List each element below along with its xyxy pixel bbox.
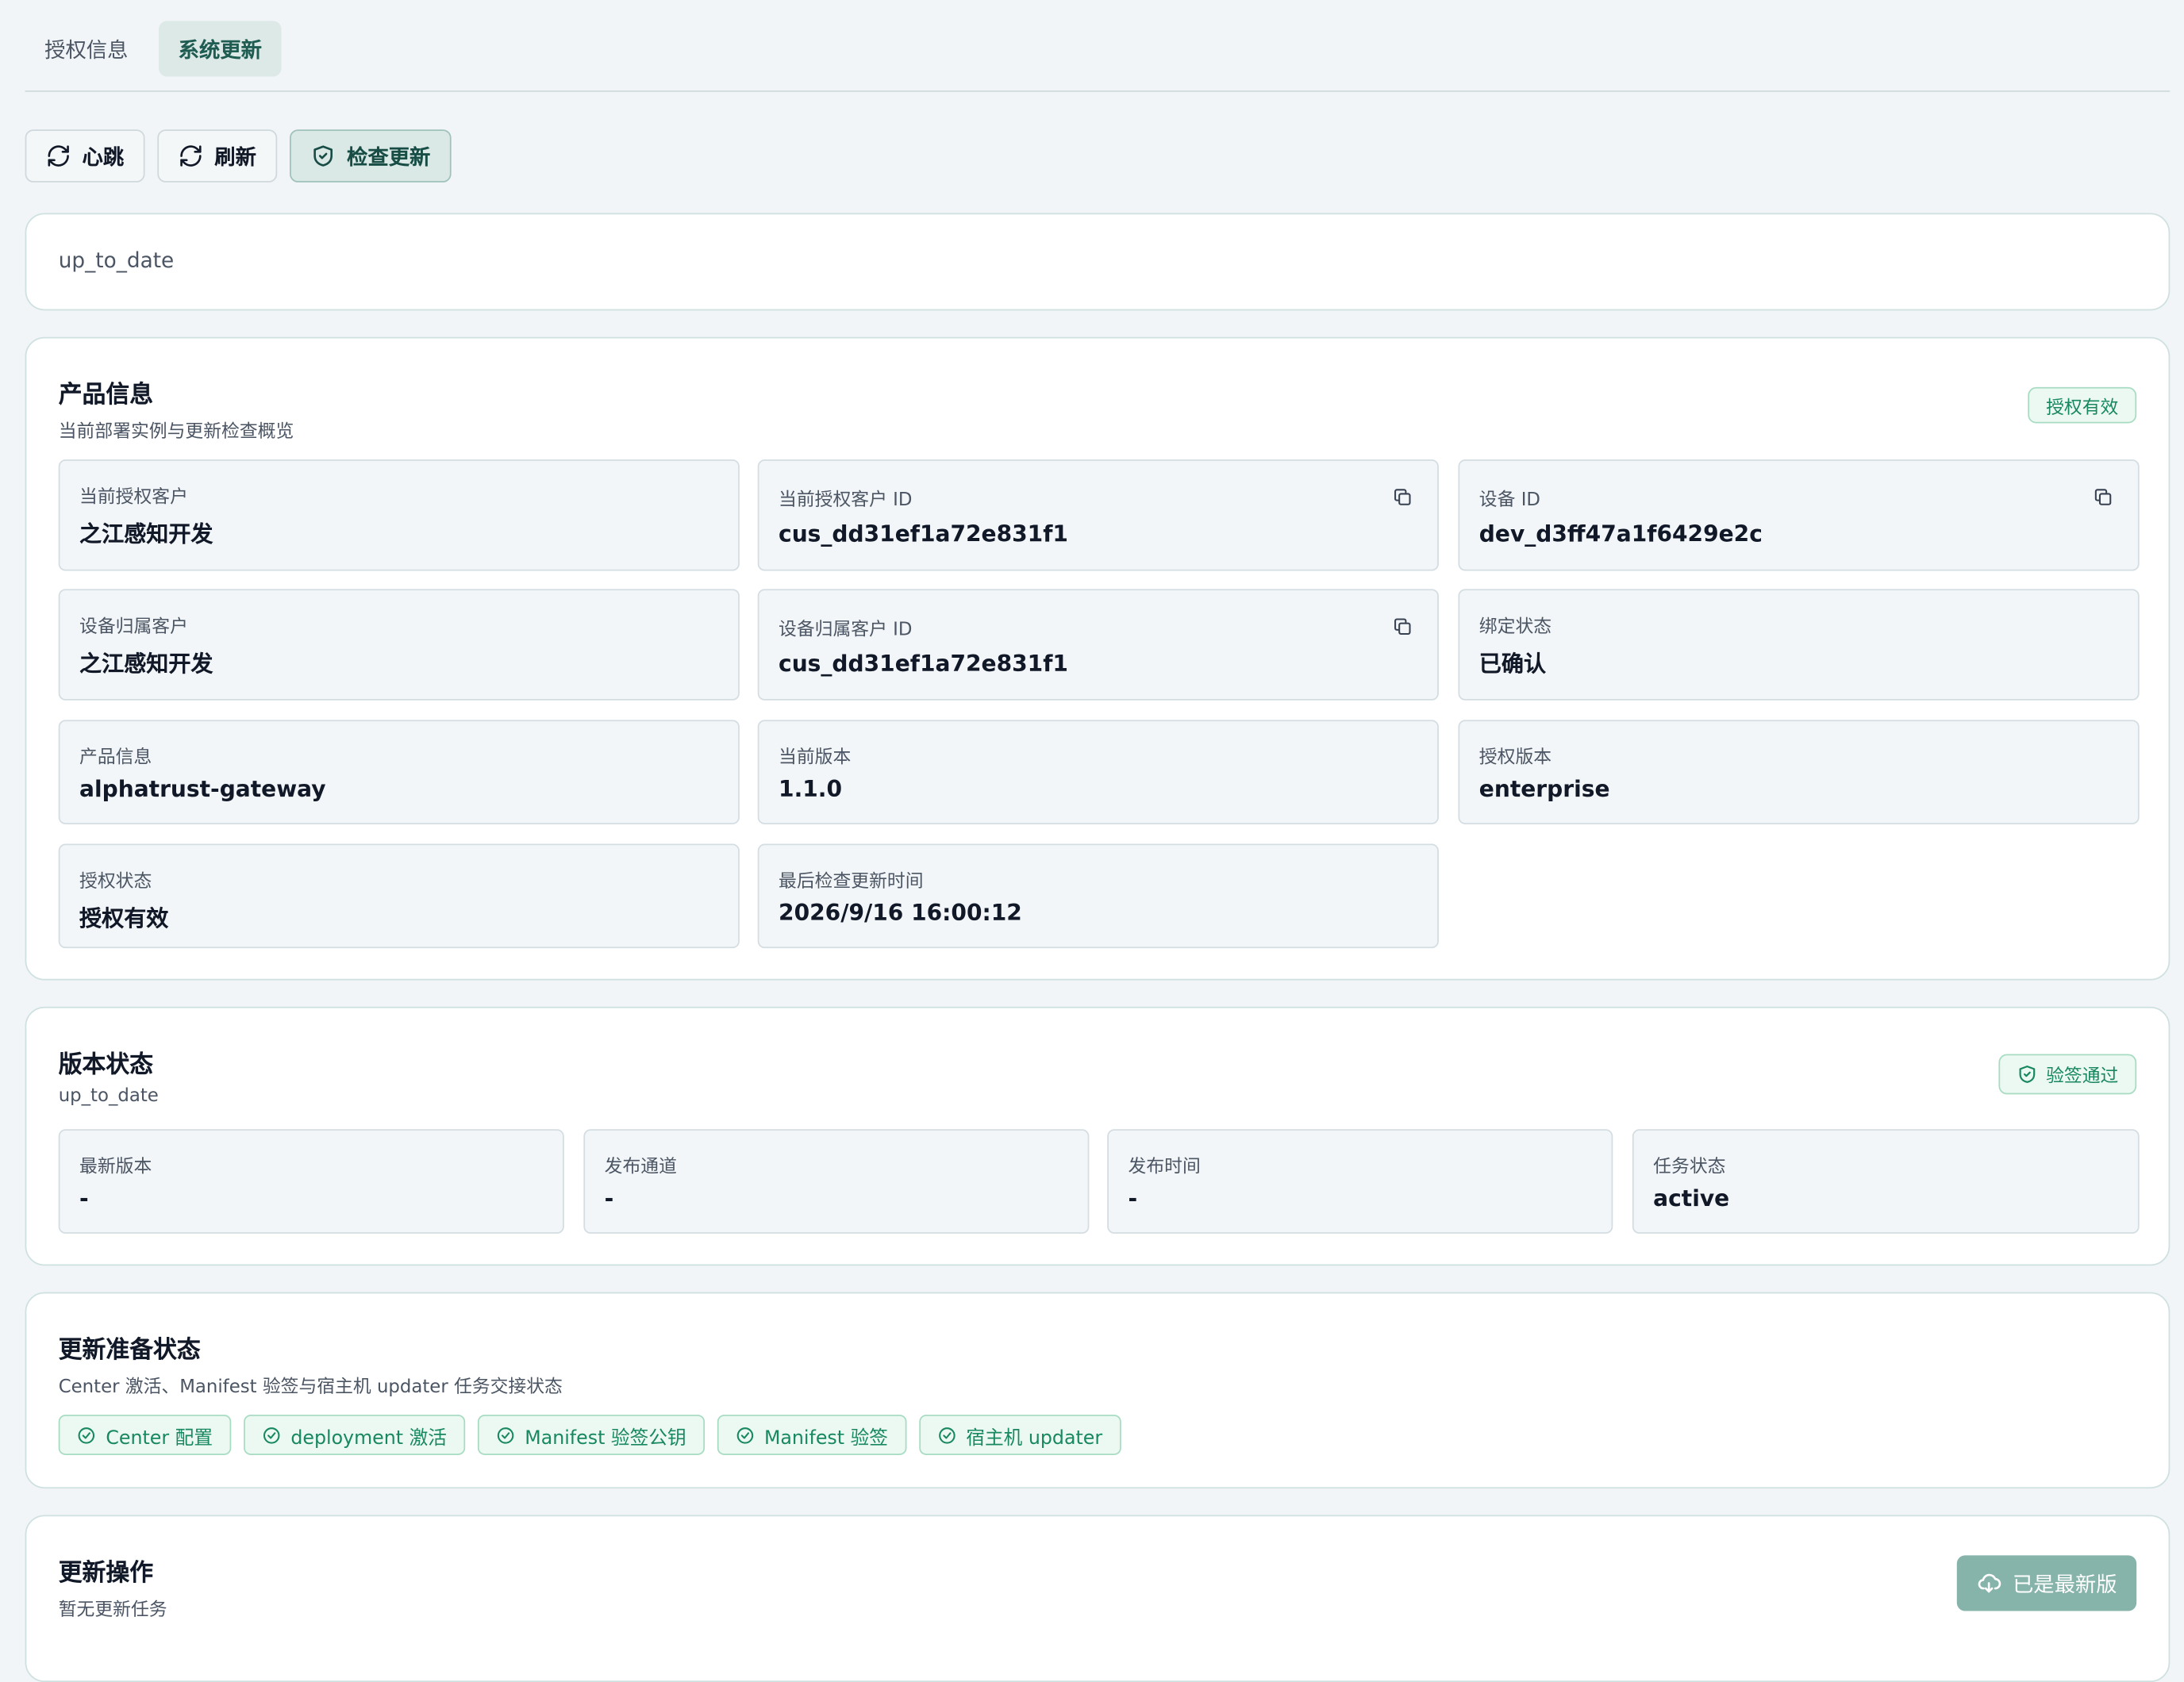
status-banner-text: up_to_date — [58, 248, 175, 273]
field-release-time: 发布时间 - — [1107, 1129, 1613, 1234]
field-value: 1.1.0 — [779, 775, 843, 802]
field-value: alphatrust-gateway — [79, 775, 326, 802]
update-ops-title: 更新操作 — [58, 1559, 154, 1588]
check-circle-icon — [736, 1427, 753, 1443]
check-circle-icon — [497, 1427, 513, 1443]
update-readiness-card: 更新准备状态 Center 激活、Manifest 验签与宿主机 updater… — [25, 1292, 2171, 1489]
already-latest-button[interactable]: 已是最新版 — [1956, 1555, 2137, 1611]
field-release-channel: 发布通道 - — [583, 1129, 1090, 1234]
field-latest-version: 最新版本 - — [58, 1129, 564, 1234]
cloud-download-icon — [1978, 1573, 2001, 1593]
heartbeat-button[interactable]: 心跳 — [25, 129, 145, 182]
copy-icon[interactable] — [1393, 616, 1413, 636]
field-value: 之江感知开发 — [79, 520, 213, 547]
field-label: 发布通道 — [604, 1157, 677, 1178]
field-license-edition: 授权版本 enterprise — [1458, 720, 2140, 824]
license-valid-badge: 授权有效 — [2028, 386, 2137, 424]
field-last-check-time: 最后检查更新时间 2026/9/16 16:00:12 — [757, 843, 1439, 949]
chip-label: 宿主机 updater — [966, 1426, 1103, 1450]
field-label: 发布时间 — [1128, 1157, 1201, 1178]
field-label: 产品信息 — [79, 747, 152, 769]
heartbeat-label: 心跳 — [82, 144, 125, 170]
update-operations-card: 更新操作 暂无更新任务 已是最新版 — [25, 1515, 2171, 1682]
chip-deployment-activation: deployment 激活 — [243, 1415, 465, 1455]
field-label: 最新版本 — [79, 1157, 152, 1178]
field-label: 当前版本 — [779, 747, 852, 769]
chip-label: Manifest 验签公钥 — [525, 1426, 686, 1450]
field-binding-status: 绑定状态 已确认 — [1458, 589, 2140, 701]
chip-host-updater: 宿主机 updater — [918, 1415, 1121, 1455]
readiness-title: 更新准备状态 — [58, 1336, 201, 1365]
field-value: 2026/9/16 16:00:12 — [779, 899, 1022, 927]
field-value: cus_dd31ef1a72e831f1 — [779, 520, 1068, 547]
field-product-info: 产品信息 alphatrust-gateway — [58, 720, 740, 824]
chip-manifest-public-key: Manifest 验签公钥 — [477, 1415, 705, 1455]
signature-verified-badge: 验签通过 — [1998, 1054, 2137, 1095]
tab-license-info[interactable]: 授权信息 — [25, 21, 148, 76]
chip-label: deployment 激活 — [290, 1426, 447, 1450]
field-label: 任务状态 — [1653, 1157, 1726, 1178]
field-value: - — [1128, 1185, 1138, 1212]
shield-check-icon — [313, 145, 333, 167]
version-status-card: 版本状态 up_to_date 验签通过 最新版本 - 发布通道 - 发布时间 … — [25, 1006, 2171, 1266]
signature-verified-label: 验签通过 — [2046, 1066, 2119, 1088]
field-value: 已确认 — [1478, 650, 1547, 677]
field-device-owner-id: 设备归属客户 ID cus_dd31ef1a72e831f1 — [757, 589, 1439, 701]
field-value: dev_d3ff47a1f6429e2c — [1478, 520, 1763, 547]
readiness-subtitle: Center 激活、Manifest 验签与宿主机 updater 任务交接状态 — [58, 1377, 563, 1399]
field-value: enterprise — [1478, 775, 1610, 802]
already-latest-label: 已是最新版 — [2012, 1571, 2117, 1597]
field-label: 设备归属客户 ID — [779, 619, 913, 641]
field-label: 绑定状态 — [1478, 616, 1552, 638]
check-circle-icon — [263, 1427, 279, 1443]
field-device-id: 设备 ID dev_d3ff47a1f6429e2c — [1458, 459, 2140, 571]
update-ops-subtitle: 暂无更新任务 — [58, 1599, 167, 1621]
field-current-customer: 当前授权客户 之江感知开发 — [58, 459, 740, 571]
field-label: 当前授权客户 ID — [779, 490, 913, 512]
copy-icon[interactable] — [1393, 487, 1413, 507]
refresh-icon — [48, 145, 69, 167]
tab-bar: 授权信息 系统更新 — [25, 21, 282, 77]
field-license-status: 授权状态 授权有效 — [58, 843, 740, 949]
check-circle-icon — [78, 1427, 95, 1443]
status-banner: up_to_date — [25, 213, 2171, 311]
field-current-version: 当前版本 1.1.0 — [757, 720, 1439, 824]
product-info-subtitle: 当前部署实例与更新检查概览 — [58, 421, 294, 444]
readiness-chips: Center 配置 deployment 激活 Manifest 验签公钥 Ma… — [58, 1415, 1121, 1455]
tabs-divider — [25, 90, 2171, 92]
field-label: 设备归属客户 — [79, 616, 188, 638]
field-label: 设备 ID — [1478, 490, 1541, 512]
field-label: 授权版本 — [1478, 747, 1552, 769]
version-status-title: 版本状态 — [58, 1051, 154, 1080]
field-label: 授权状态 — [79, 871, 152, 893]
field-value: active — [1653, 1185, 1730, 1212]
tab-system-update[interactable]: 系统更新 — [159, 21, 282, 77]
field-label: 当前授权客户 — [79, 487, 188, 509]
check-update-label: 检查更新 — [347, 144, 431, 170]
field-label: 最后检查更新时间 — [779, 871, 924, 893]
chip-manifest-signature: Manifest 验签 — [717, 1415, 906, 1455]
version-status-subtitle: up_to_date — [58, 1085, 159, 1108]
field-current-customer-id: 当前授权客户 ID cus_dd31ef1a72e831f1 — [757, 459, 1439, 571]
shield-check-icon — [2019, 1066, 2036, 1083]
field-value: - — [79, 1185, 89, 1212]
field-value: - — [604, 1185, 614, 1212]
field-value: 授权有效 — [79, 904, 169, 932]
field-device-owner: 设备归属客户 之江感知开发 — [58, 589, 740, 701]
field-value: 之江感知开发 — [79, 650, 213, 677]
chip-label: Manifest 验签 — [763, 1426, 888, 1450]
refresh-button[interactable]: 刷新 — [157, 129, 278, 182]
refresh-icon — [180, 145, 202, 167]
check-update-button[interactable]: 检查更新 — [290, 129, 452, 182]
product-info-card: 产品信息 当前部署实例与更新检查概览 授权有效 当前授权客户 之江感知开发 当前… — [25, 336, 2171, 981]
field-task-status: 任务状态 active — [1632, 1129, 2140, 1234]
product-info-title: 产品信息 — [58, 381, 154, 409]
refresh-label: 刷新 — [214, 144, 256, 170]
field-value: cus_dd31ef1a72e831f1 — [779, 650, 1068, 677]
chip-label: Center 配置 — [106, 1426, 213, 1450]
toolbar: 心跳 刷新 检查更新 — [25, 129, 452, 182]
check-circle-icon — [938, 1427, 955, 1443]
chip-center-config: Center 配置 — [58, 1415, 231, 1455]
copy-icon[interactable] — [2094, 487, 2113, 507]
